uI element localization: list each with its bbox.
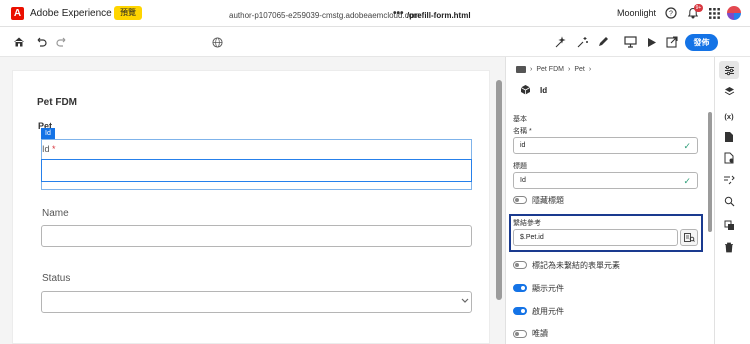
edit-pen-icon[interactable] — [595, 34, 611, 50]
folder-icon — [516, 66, 526, 73]
breadcrumb-item[interactable]: Pet FDM — [536, 66, 564, 73]
name-input[interactable]: id ✓ — [513, 137, 698, 154]
publish-button[interactable]: 發佈 — [685, 34, 718, 51]
title-input-value: Id — [520, 177, 526, 184]
id-label-text: Id — [42, 144, 50, 154]
id-field-label: Id * — [42, 144, 56, 154]
copy-icon[interactable] — [722, 218, 736, 232]
name-label: 名稱 * — [513, 128, 532, 135]
enable-component-toggle[interactable] — [513, 307, 527, 315]
checkmark-icon: ✓ — [683, 141, 691, 151]
section-basic-label: 基本 — [513, 116, 527, 123]
redo-icon[interactable] — [54, 34, 70, 50]
open-external-icon[interactable] — [664, 34, 680, 50]
status-field-label: Status — [42, 273, 71, 284]
notification-count-badge: 9+ — [694, 4, 703, 12]
breadcrumb-item[interactable]: Pet — [574, 66, 585, 73]
delete-trash-icon[interactable] — [722, 240, 736, 254]
readonly-label: 唯讀 — [532, 329, 548, 338]
url-more-button[interactable]: ••• — [393, 8, 404, 19]
page-path: /prefill-form.html — [407, 11, 471, 20]
undo-icon[interactable] — [33, 34, 49, 50]
variables-icon[interactable]: (x) — [722, 109, 736, 123]
canvas-scroll-thumb[interactable] — [496, 80, 502, 300]
breadcrumb: › Pet FDM › Pet › — [516, 66, 591, 73]
document-settings-icon[interactable] — [722, 151, 736, 165]
document-icon[interactable] — [722, 130, 736, 144]
bind-reference-input[interactable]: $.Pet.id — [513, 229, 678, 246]
hide-title-toggle[interactable] — [513, 196, 527, 204]
apps-grid-icon[interactable] — [707, 6, 721, 20]
preview-badge: 預覽 — [114, 6, 142, 20]
play-icon[interactable] — [643, 34, 659, 50]
help-icon[interactable]: ? — [664, 6, 678, 20]
adobe-logo-icon[interactable]: A — [11, 7, 24, 20]
component-name: Id — [540, 86, 548, 95]
magic-wand-icon[interactable] — [552, 34, 568, 50]
panel-scroll-thumb[interactable] — [708, 112, 712, 232]
globe-icon — [209, 34, 225, 50]
form-title: Pet FDM — [37, 97, 77, 108]
status-field-select[interactable] — [41, 291, 472, 313]
component-cube-icon — [520, 84, 531, 95]
rules-icon[interactable] — [722, 172, 736, 186]
svg-text:?: ? — [669, 11, 673, 18]
bind-reference-label: 繫結參考 — [513, 220, 541, 227]
layers-icon[interactable] — [722, 84, 736, 98]
selected-component-tag[interactable]: Id — [41, 128, 55, 139]
home-icon[interactable] — [11, 34, 27, 50]
org-switcher[interactable]: Moonlight — [617, 8, 656, 18]
name-field-input[interactable] — [41, 225, 472, 247]
name-input-value: id — [520, 142, 526, 149]
page-url: author-p107065-e259039-cmstg.adobeaemclo… — [229, 11, 420, 20]
search-code-icon[interactable] — [722, 194, 736, 208]
checkmark-icon: ✓ — [683, 176, 691, 186]
show-component-label: 顯示元件 — [532, 284, 564, 293]
mark-unbound-label: 標記為未繫結的表單元素 — [532, 261, 620, 270]
bind-reference-value: $.Pet.id — [520, 234, 544, 241]
id-field-input[interactable] — [41, 159, 472, 182]
mark-unbound-toggle[interactable] — [513, 261, 527, 269]
hide-title-label: 隱藏標題 — [532, 196, 564, 205]
title-label: 標題 — [513, 163, 527, 170]
properties-sliders-icon[interactable] — [722, 63, 736, 77]
title-input[interactable]: Id ✓ — [513, 172, 698, 189]
show-component-toggle[interactable] — [513, 284, 527, 292]
chevron-down-icon[interactable] — [461, 297, 469, 306]
enable-component-label: 啟用元件 — [532, 307, 564, 316]
readonly-toggle[interactable] — [513, 330, 527, 338]
preview-monitor-icon[interactable] — [622, 34, 638, 50]
svg-text:(x): (x) — [724, 112, 734, 121]
user-avatar[interactable] — [727, 6, 741, 20]
name-field-label: Name — [42, 208, 69, 219]
required-marker: * — [52, 144, 56, 154]
data-source-picker-icon[interactable] — [680, 229, 698, 246]
sparkle-icon[interactable] — [574, 34, 590, 50]
